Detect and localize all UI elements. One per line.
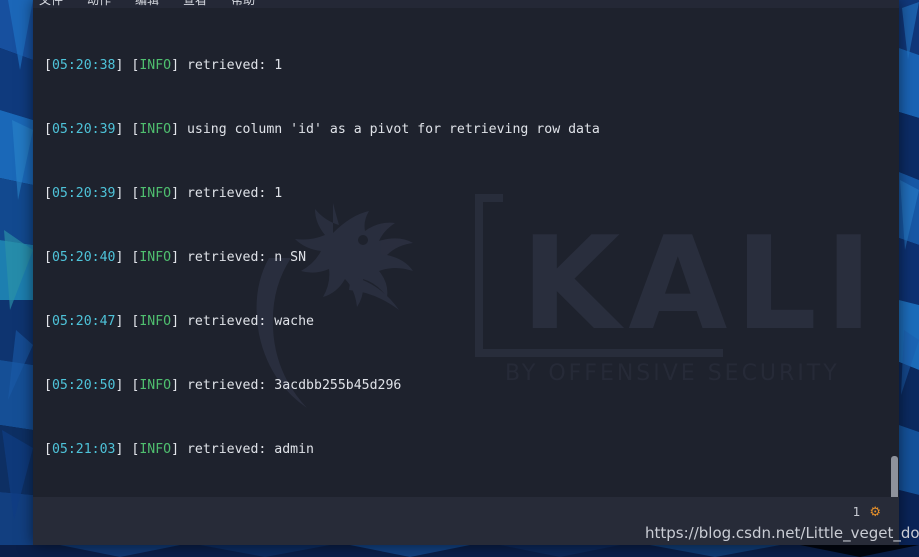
tab-count: 1 (852, 505, 861, 519)
log-line: [05:20:50] [INFO] retrieved: 3acdbb255b4… (44, 378, 402, 393)
log-line: [05:20:38] [INFO] retrieved: 1 (44, 58, 283, 73)
terminal-window[interactable]: 文件 动作 编辑 查看 帮助 KALI BY OFFENSIVE SECURIT… (33, 0, 899, 545)
shell-prompt[interactable]: ┌──(root💀kali)-[~] └─# (44, 490, 195, 497)
menu-item-help[interactable]: 帮助 (229, 0, 257, 8)
menu-item-view[interactable]: 查看 (181, 0, 209, 8)
log-line: [05:20:39] [INFO] using column 'id' as a… (44, 122, 600, 137)
terminal-menubar[interactable]: 文件 动作 编辑 查看 帮助 (33, 0, 899, 8)
log-line: [05:20:39] [INFO] retrieved: 1 (44, 186, 283, 201)
gear-icon[interactable]: ⚙ (869, 506, 881, 519)
desktop-background: 文件 动作 编辑 查看 帮助 KALI BY OFFENSIVE SECURIT… (0, 0, 919, 557)
log-line: [05:21:03] [INFO] retrieved: admin (44, 442, 315, 457)
csdn-blog-watermark: https://blog.csdn.net/Little_veget_dog (645, 524, 919, 542)
menu-item-edit[interactable]: 编辑 (133, 0, 161, 8)
menu-item-file[interactable]: 文件 (37, 0, 65, 8)
log-line: [05:20:47] [INFO] retrieved: wache (44, 314, 315, 329)
terminal-output-area[interactable]: KALI BY OFFENSIVE SECURITY [05:20:38] [I… (33, 8, 899, 497)
terminal-text: [05:20:38] [INFO] retrieved: 1 [05:20:39… (44, 10, 896, 497)
log-line: [05:20:40] [INFO] retrieved: n SN (44, 250, 307, 265)
menu-item-action[interactable]: 动作 (85, 0, 113, 8)
